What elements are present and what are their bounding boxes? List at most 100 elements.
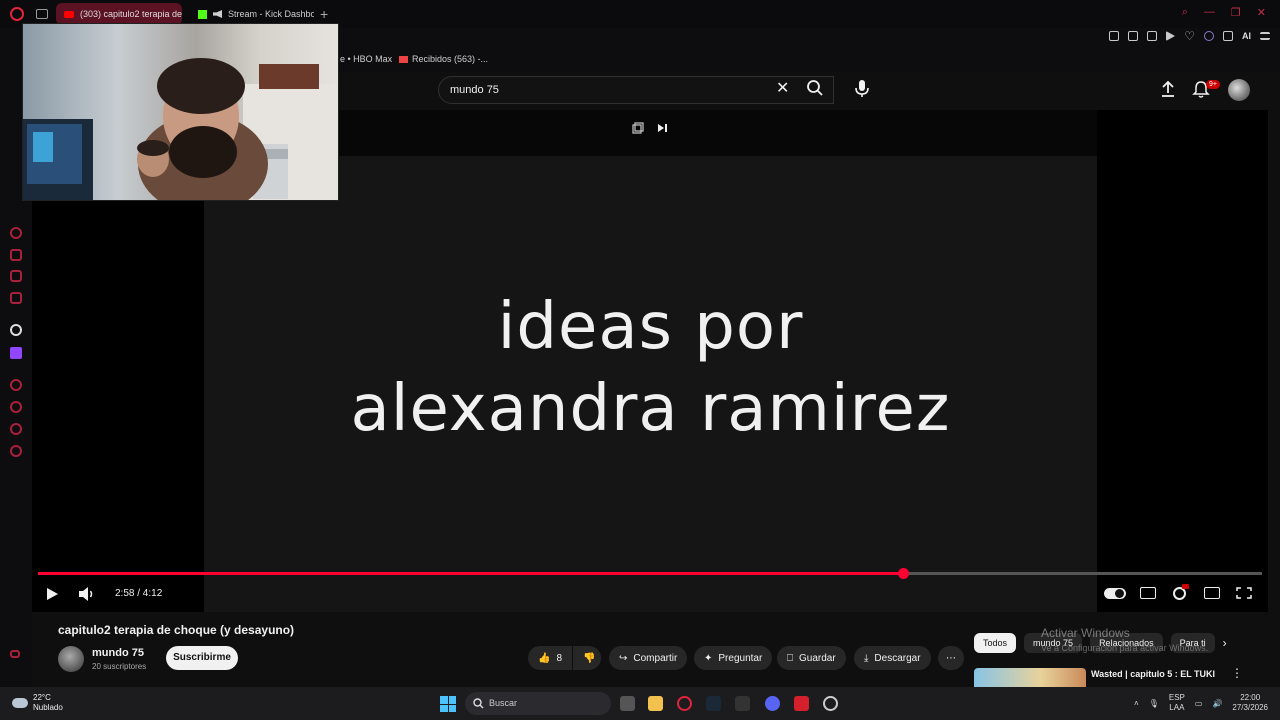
dislike-button[interactable]: 👎: [573, 646, 601, 670]
minimize-icon[interactable]: —: [1204, 6, 1215, 19]
chip-todos[interactable]: Todos: [974, 633, 1017, 653]
snapshot-icon[interactable]: [1128, 31, 1139, 41]
play-icon[interactable]: [44, 586, 60, 602]
sidebar-chatgpt-icon[interactable]: [10, 324, 22, 336]
chevron-up-icon[interactable]: ˄: [1134, 699, 1139, 708]
close-icon[interactable]: ✕: [1257, 6, 1266, 19]
ask-button[interactable]: ✦ Preguntar: [694, 646, 773, 670]
network-icon[interactable]: ▭: [1195, 699, 1203, 708]
sidebar-aria-icon[interactable]: [10, 227, 22, 239]
window-controls: ⌕ — ❐ ✕: [1182, 6, 1266, 19]
sidebar-twitch-icon[interactable]: [10, 347, 22, 359]
more-actions-button[interactable]: ⋯: [938, 646, 964, 670]
taskbar-search-placeholder: Buscar: [489, 698, 518, 708]
activate-windows-watermark: Activar Windows: [1041, 626, 1130, 640]
menu-icon[interactable]: [1260, 32, 1270, 40]
sidebar-pin-icon[interactable]: [10, 423, 22, 435]
search-input[interactable]: mundo 75: [438, 76, 834, 104]
progress-bar[interactable]: [38, 568, 1262, 579]
clear-search-icon[interactable]: ✕: [776, 78, 789, 98]
sidebar-shop-icon[interactable]: [10, 249, 22, 261]
ai-button[interactable]: AI: [1242, 31, 1251, 41]
sidebar-player-icon[interactable]: [10, 379, 22, 391]
file-explorer-icon[interactable]: [648, 696, 663, 711]
tab-title: (303) capitulo2 terapia de: [80, 9, 182, 19]
bookmark-icon[interactable]: [1109, 31, 1120, 41]
fullscreen-icon[interactable]: [1236, 587, 1252, 599]
opera-logo-icon[interactable]: [10, 7, 24, 21]
clock[interactable]: 22:00 27/3/2026: [1232, 693, 1268, 713]
subtitles-icon[interactable]: [1140, 587, 1156, 599]
heart-icon[interactable]: ♡: [1184, 30, 1195, 42]
thumbs-down-icon: 👎: [583, 652, 596, 664]
discord-icon[interactable]: [765, 696, 780, 711]
epic-games-icon[interactable]: [735, 696, 750, 711]
windows-start-icon[interactable]: [440, 696, 456, 712]
audio-playing-icon[interactable]: [213, 10, 222, 18]
thumbs-up-icon: 👍: [538, 652, 551, 664]
chevron-right-icon[interactable]: ›: [1223, 633, 1227, 653]
channel-name[interactable]: mundo 75: [92, 647, 144, 659]
account-avatar[interactable]: [1228, 79, 1250, 101]
toolbar-icons: ♡ AI: [1109, 30, 1270, 42]
maximize-icon[interactable]: ❐: [1231, 6, 1241, 19]
miniplayer-icon[interactable]: [632, 122, 644, 134]
download-icon[interactable]: [1223, 31, 1233, 41]
video-frame[interactable]: ideas por alexandra ramirez: [204, 156, 1097, 612]
tab-kick[interactable]: Stream - Kick Dashbo: [190, 3, 314, 25]
player-icon[interactable]: [1166, 31, 1176, 41]
tab-youtube[interactable]: (303) capitulo2 terapia de: [56, 3, 182, 25]
app-circle-icon[interactable]: [823, 696, 838, 711]
volume-icon[interactable]: 🔊: [1212, 699, 1222, 708]
channel-avatar[interactable]: [58, 646, 84, 672]
webcam-image: [23, 58, 338, 200]
language-indicator[interactable]: ESP LAA: [1169, 693, 1185, 713]
sparkle-icon: ✦: [704, 652, 713, 664]
app-red-icon[interactable]: [794, 696, 809, 711]
tray-mic-icon[interactable]: 🎙: [1149, 699, 1159, 708]
sidebar-settings-icon[interactable]: [10, 445, 22, 457]
video-title: capitulo2 terapia de choque (y desayuno): [58, 623, 295, 637]
like-button[interactable]: 👍 8: [528, 646, 572, 670]
steam-icon[interactable]: [706, 696, 721, 711]
sidebar-gx-icon[interactable]: [10, 650, 20, 658]
kick-icon: [198, 9, 207, 19]
bookmark-hbo[interactable]: e • HBO Max: [340, 54, 392, 64]
workspaces-icon[interactable]: [36, 9, 48, 19]
gmail-icon: [399, 56, 408, 64]
search-icon[interactable]: ⌕: [1182, 6, 1188, 19]
theater-mode-icon[interactable]: [1204, 587, 1220, 599]
upload-icon[interactable]: [1160, 80, 1176, 98]
video-text-line1: ideas por: [497, 290, 804, 364]
search-icon[interactable]: [806, 79, 824, 97]
subscribe-button[interactable]: Suscribirme: [166, 646, 238, 670]
save-button[interactable]: ⎕ Guardar: [777, 646, 846, 670]
share-label: Compartir: [633, 652, 678, 664]
hd-badge: [1182, 584, 1189, 589]
download-button[interactable]: ⤓ Descargar: [854, 646, 931, 670]
volume-icon[interactable]: [78, 586, 96, 602]
sidebar-history-icon[interactable]: [10, 401, 22, 413]
task-view-icon[interactable]: [620, 696, 635, 711]
bookmark-gmail[interactable]: Recibidos (563) -...: [399, 54, 488, 64]
sidebar-messenger-icon[interactable]: [10, 270, 22, 282]
video-overlay-text: ideas por alexandra ramirez: [204, 286, 1097, 450]
autoplay-toggle[interactable]: [1104, 588, 1126, 599]
taskbar-search[interactable]: Buscar: [465, 692, 611, 715]
weather-widget[interactable]: 22°C Nublado: [12, 693, 63, 713]
extension-icon[interactable]: [1204, 31, 1214, 41]
microphone-icon[interactable]: [852, 78, 872, 98]
download-icon: ⤓: [864, 652, 869, 664]
new-tab-button[interactable]: +: [320, 6, 328, 22]
next-video-icon[interactable]: [656, 122, 668, 134]
shield-icon[interactable]: [1147, 31, 1158, 41]
share-icon: ↪: [619, 652, 628, 664]
share-button[interactable]: ↪ Compartir: [609, 646, 688, 670]
recommended-title[interactable]: Wasted | capitulo 5 : EL TUKI: [1091, 669, 1215, 679]
sidebar-m-icon[interactable]: [10, 292, 22, 304]
opera-gx-icon[interactable]: [677, 696, 692, 711]
video-text-line2: alexandra ramirez: [350, 372, 951, 446]
notification-badge: 9+: [1206, 80, 1220, 89]
recommended-more-icon[interactable]: ⋮: [1231, 666, 1243, 680]
clock-time: 22:00: [1240, 693, 1261, 702]
